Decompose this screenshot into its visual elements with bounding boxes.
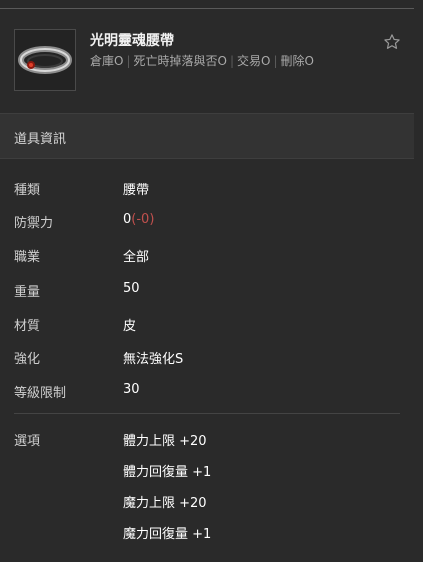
item-header: 光明靈魂腰帶 倉庫O | 死亡時掉落與否O | 交易O | 刪除O [14, 29, 414, 93]
options-divider [14, 413, 400, 414]
stat-value: 全部 [123, 250, 150, 265]
section-header: 道具資訊 [0, 113, 414, 159]
option-line: 體力上限 +20 [123, 434, 207, 449]
flag-delete: 刪除O [280, 54, 314, 68]
flag-drop-on-death: 死亡時掉落與否O [133, 54, 227, 68]
item-thumbnail [14, 29, 76, 91]
flag-separator: | [229, 54, 234, 68]
section-title: 道具資訊 [14, 132, 67, 147]
belt-icon [18, 46, 72, 74]
flag-separator: | [273, 54, 278, 68]
stat-label: 材質 [14, 319, 41, 334]
flag-separator: | [126, 54, 131, 68]
stat-value: 0(-0) [123, 212, 154, 227]
flag-storage: 倉庫O [90, 54, 124, 68]
stat-value: 無法強化S [123, 352, 184, 367]
stat-row-type: 種類 腰帶 [0, 179, 414, 199]
stat-value: 30 [123, 382, 140, 397]
stat-row-weight: 重量 50 [0, 281, 414, 301]
stat-label: 重量 [14, 285, 41, 300]
stat-label: 強化 [14, 352, 41, 367]
flag-trade: 交易O [237, 54, 271, 68]
option-line: 魔力上限 +20 [123, 496, 207, 511]
item-name: 光明靈魂腰帶 [90, 33, 174, 49]
stat-row-material: 材質 皮 [0, 315, 414, 335]
stat-label: 職業 [14, 250, 41, 265]
item-flags: 倉庫O | 死亡時掉落與否O | 交易O | 刪除O [90, 52, 314, 69]
stat-label: 等級限制 [14, 386, 67, 401]
stat-value: 腰帶 [123, 183, 150, 198]
defense-delta: (-0) [131, 212, 155, 227]
top-divider [0, 8, 414, 9]
stat-label: 防禦力 [14, 216, 54, 231]
stat-row-class: 職業 全部 [0, 246, 414, 266]
stat-label: 種類 [14, 183, 41, 198]
option-line: 魔力回復量 +1 [123, 527, 212, 542]
option-line: 體力回復量 +1 [123, 465, 212, 480]
stat-row-defense: 防禦力 0(-0) [0, 212, 414, 232]
favorite-star-icon[interactable] [383, 33, 401, 51]
stat-row-level-limit: 等級限制 30 [0, 382, 414, 402]
stat-row-enhance: 強化 無法強化S [0, 348, 414, 368]
stat-value: 50 [123, 281, 140, 296]
options-label: 選項 [14, 434, 41, 449]
stat-value: 皮 [123, 319, 137, 334]
